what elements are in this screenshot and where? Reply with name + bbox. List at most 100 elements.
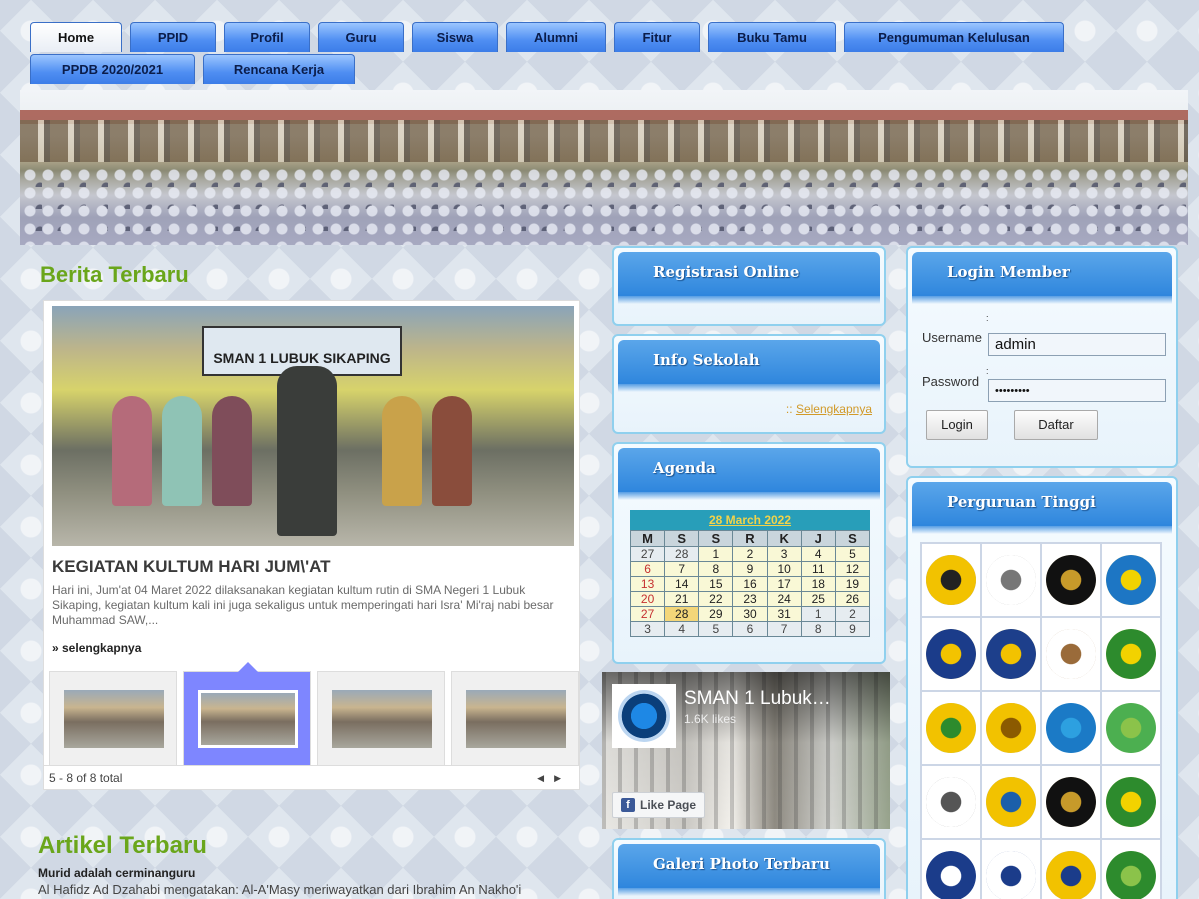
news-thumbnail[interactable] xyxy=(317,671,445,766)
calendar-day-cell[interactable]: 24 xyxy=(766,591,802,607)
facebook-likes-count: 1.6K likes xyxy=(684,712,737,726)
calendar-month-link[interactable]: 28 March 2022 xyxy=(630,510,870,530)
calendar-day-cell[interactable]: 25 xyxy=(800,591,836,607)
calendar-day-cell[interactable]: 20 xyxy=(629,591,666,607)
university-logo-link[interactable] xyxy=(982,618,1040,690)
calendar-day-cell[interactable]: 5 xyxy=(834,546,871,562)
calendar-day-cell[interactable]: 1 xyxy=(698,546,734,562)
login-button[interactable]: Login xyxy=(926,410,988,440)
university-logo-link[interactable] xyxy=(1042,840,1100,899)
facebook-page-avatar[interactable] xyxy=(612,684,676,748)
nav-home[interactable]: Home xyxy=(30,22,122,52)
calendar-day-cell[interactable]: 17 xyxy=(766,576,802,592)
calendar-day-cell[interactable]: 5 xyxy=(698,621,734,637)
calendar-day-cell[interactable]: 1 xyxy=(800,606,836,622)
calendar-day-cell[interactable]: 9 xyxy=(732,561,768,577)
calendar-day-cell[interactable]: 29 xyxy=(698,606,734,622)
calendar-day-cell[interactable]: 10 xyxy=(766,561,802,577)
university-logo-link[interactable] xyxy=(1042,766,1100,838)
calendar-day-cell[interactable]: 11 xyxy=(800,561,836,577)
nav-ppdb[interactable]: PPDB 2020/2021 xyxy=(30,54,195,84)
calendar-day-cell[interactable]: 12 xyxy=(834,561,871,577)
calendar-day-cell[interactable]: 27 xyxy=(629,546,666,562)
calendar-day-cell[interactable]: 7 xyxy=(766,621,802,637)
next-arrow-icon[interactable]: ▶ xyxy=(554,773,571,783)
calendar-day-cell[interactable]: 8 xyxy=(800,621,836,637)
calendar-day-cell[interactable]: 22 xyxy=(698,591,734,607)
calendar-day-cell[interactable]: 27 xyxy=(629,606,666,622)
unsyiah-logo-icon xyxy=(926,703,976,753)
university-logo-link[interactable] xyxy=(982,766,1040,838)
calendar-day-cell[interactable]: 3 xyxy=(629,621,666,637)
calendar-day-cell[interactable]: 31 xyxy=(766,606,802,622)
university-logo-link[interactable] xyxy=(1042,692,1100,764)
calendar-day-cell[interactable]: 15 xyxy=(698,576,734,592)
calendar-day-cell[interactable]: 19 xyxy=(834,576,871,592)
prev-arrow-icon[interactable]: ◀ xyxy=(537,773,554,783)
news-title[interactable]: KEGIATAN KULTUM HARI JUM\'AT xyxy=(52,557,331,577)
university-logo-link[interactable] xyxy=(922,544,980,616)
calendar-day-cell[interactable]: 9 xyxy=(834,621,871,637)
password-input[interactable] xyxy=(988,379,1166,402)
university-logo-link[interactable] xyxy=(1102,544,1160,616)
calendar-day-cell[interactable]: 28 xyxy=(664,546,700,562)
nav-profil[interactable]: Profil xyxy=(224,22,310,52)
nav-pengumuman-kelulusan[interactable]: Pengumuman Kelulusan xyxy=(844,22,1064,52)
university-logo-link[interactable] xyxy=(982,692,1040,764)
calendar-day-cell[interactable]: 6 xyxy=(629,561,666,577)
calendar-day-cell[interactable]: 2 xyxy=(732,546,768,562)
university-logo-link[interactable] xyxy=(1102,840,1160,899)
calendar-day-cell[interactable]: 7 xyxy=(664,561,700,577)
nav-siswa[interactable]: Siswa xyxy=(412,22,498,52)
calendar-day-cell[interactable]: 14 xyxy=(664,576,700,592)
university-logo-link[interactable] xyxy=(982,544,1040,616)
article-title[interactable]: Murid adalah cerminanguru xyxy=(38,866,195,880)
calendar-day-cell[interactable]: 21 xyxy=(664,591,700,607)
facebook-page-name[interactable]: SMAN 1 Lubuk… xyxy=(684,688,831,710)
register-button[interactable]: Daftar xyxy=(1014,410,1098,440)
username-input[interactable] xyxy=(988,333,1166,356)
nav-fitur[interactable]: Fitur xyxy=(614,22,700,52)
university-logo-link[interactable] xyxy=(1102,766,1160,838)
nav-alumni[interactable]: Alumni xyxy=(506,22,606,52)
facebook-like-button[interactable]: f Like Page xyxy=(612,792,706,818)
calendar-day-cell[interactable]: 23 xyxy=(732,591,768,607)
calendar-day-cell[interactable]: 26 xyxy=(834,591,871,607)
unri-logo-icon xyxy=(1106,629,1156,679)
news-photo[interactable]: SMAN 1 LUBUK SIKAPING xyxy=(52,306,574,546)
photo-speaker xyxy=(277,366,337,536)
nav-rencana-kerja[interactable]: Rencana Kerja xyxy=(203,54,355,84)
info-selengkapnya-link[interactable]: Selengkapnya xyxy=(796,402,872,416)
calendar-day-cell[interactable]: 2 xyxy=(834,606,871,622)
calendar-day-header: S xyxy=(698,530,734,547)
calendar-day-cell[interactable]: 6 xyxy=(732,621,768,637)
university-logo-link[interactable] xyxy=(1042,544,1100,616)
news-thumbnail[interactable] xyxy=(49,671,177,766)
university-logo-link[interactable] xyxy=(1042,618,1100,690)
calendar-day-cell[interactable]: 28 xyxy=(664,606,700,622)
university-logo-link[interactable] xyxy=(922,692,980,764)
sub-nav: PPDB 2020/2021 Rencana Kerja xyxy=(30,54,355,84)
calendar-day-cell[interactable]: 18 xyxy=(800,576,836,592)
news-thumbnail[interactable] xyxy=(451,671,579,766)
news-thumbnail-active[interactable] xyxy=(183,662,311,766)
news-read-more-link[interactable]: » selengkapnya xyxy=(52,641,141,655)
calendar-day-cell[interactable]: 4 xyxy=(664,621,700,637)
university-logo-link[interactable] xyxy=(1102,618,1160,690)
calendar-day-cell[interactable]: 3 xyxy=(766,546,802,562)
nav-guru[interactable]: Guru xyxy=(318,22,404,52)
nav-ppid[interactable]: PPID xyxy=(130,22,216,52)
calendar-day-cell[interactable]: 8 xyxy=(698,561,734,577)
nav-buku-tamu[interactable]: Buku Tamu xyxy=(708,22,836,52)
facebook-icon: f xyxy=(621,798,635,812)
calendar-day-cell[interactable]: 13 xyxy=(629,576,666,592)
university-logo-link[interactable] xyxy=(922,618,980,690)
university-logo-link[interactable] xyxy=(982,840,1040,899)
calendar-day-cell[interactable]: 4 xyxy=(800,546,836,562)
calendar-day-cell[interactable]: 16 xyxy=(732,576,768,592)
university-logo-link[interactable] xyxy=(922,840,980,899)
university-logo-link[interactable] xyxy=(922,766,980,838)
university-logo-link[interactable] xyxy=(1102,692,1160,764)
facebook-page-plugin[interactable]: SMAN 1 Lubuk… 1.6K likes f Like Page xyxy=(602,672,890,829)
calendar-day-cell[interactable]: 30 xyxy=(732,606,768,622)
